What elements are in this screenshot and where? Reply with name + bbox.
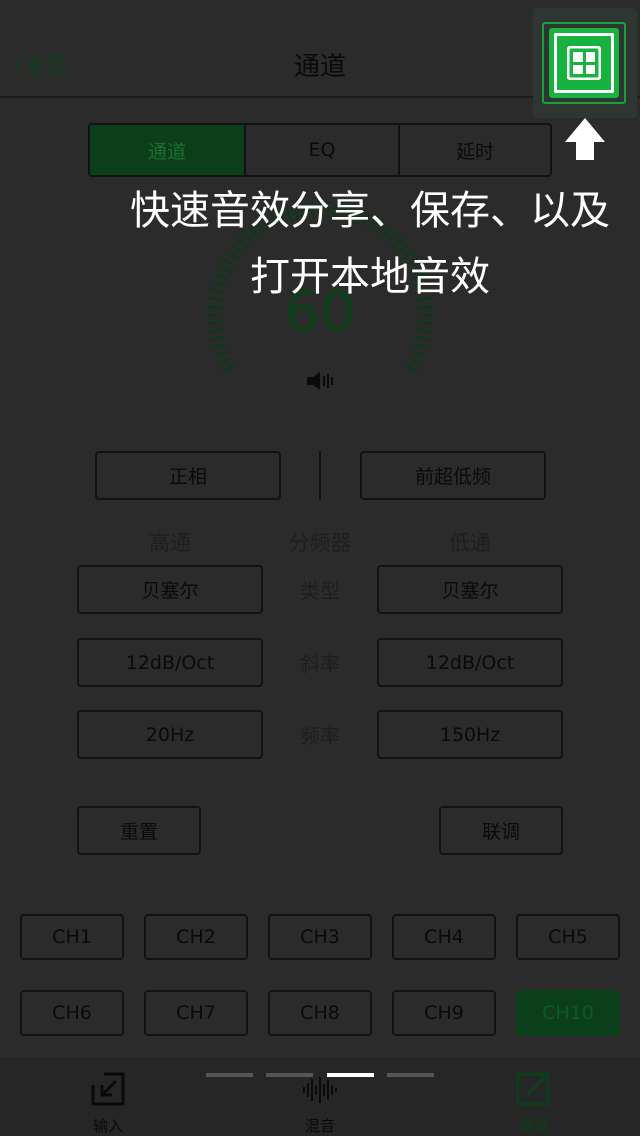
low-pass-header: 低通: [449, 531, 491, 555]
channel-button[interactable]: CH8: [268, 990, 372, 1036]
segmented-tabs: 通道 EQ 延时: [88, 123, 552, 177]
page-dot-active[interactable]: [327, 1073, 374, 1077]
knob-tick: [207, 328, 224, 334]
knob-tick: [417, 321, 434, 325]
guide-text-line1: 快速音效分享、保存、以及: [130, 188, 610, 234]
nav-channel-label: 通道: [517, 1117, 548, 1135]
nav-input[interactable]: 输入: [66, 1071, 150, 1135]
knob-tick: [213, 349, 230, 358]
nav-mix-label: 混音: [304, 1117, 335, 1135]
grid-icon: [567, 46, 601, 80]
nav-mix[interactable]: 混音: [278, 1071, 362, 1135]
speaker-icon[interactable]: [305, 370, 335, 392]
channel-button[interactable]: CH5: [516, 914, 620, 960]
high-pass-frequency-input[interactable]: 20Hz: [77, 710, 263, 759]
channel-button[interactable]: CH2: [144, 914, 248, 960]
page-indicator: [206, 1073, 436, 1079]
channel-button[interactable]: CH1: [20, 914, 124, 960]
channel-button-selected[interactable]: CH10: [516, 990, 620, 1036]
high-pass-slope-select[interactable]: 12dB/Oct: [77, 638, 263, 687]
knob-tick: [216, 356, 233, 366]
nav-channel[interactable]: 通道: [491, 1071, 575, 1135]
waveform-icon: [303, 1077, 337, 1103]
slope-label: 斜率: [300, 652, 340, 676]
page-dot[interactable]: [387, 1073, 434, 1077]
high-pass-header: 高通: [149, 531, 191, 555]
input-icon: [91, 1072, 125, 1106]
phase-button[interactable]: 正相: [95, 451, 281, 500]
chevron-left-icon: ‹: [12, 50, 23, 80]
knob-tick: [220, 362, 236, 374]
knob-tick: [407, 356, 424, 366]
knob-tick: [208, 335, 225, 342]
arrow-up-icon: [565, 118, 605, 160]
bottom-nav: 输入 混音 通道: [0, 1058, 640, 1136]
type-label: 类型: [300, 579, 340, 603]
low-pass-type-select[interactable]: 贝塞尔: [377, 565, 563, 614]
page-dot[interactable]: [266, 1073, 313, 1077]
guide-text-line2: 打开本地音效: [250, 254, 490, 300]
link-button[interactable]: 联调: [439, 806, 563, 855]
channel-button[interactable]: CH9: [392, 990, 496, 1036]
nav-input-label: 输入: [92, 1117, 123, 1135]
knob-tick: [404, 362, 420, 374]
page-dot[interactable]: [206, 1073, 253, 1077]
output-icon: [516, 1072, 550, 1106]
knob-tick: [210, 342, 227, 350]
channel-button[interactable]: CH6: [20, 990, 124, 1036]
effects-share-button[interactable]: [533, 8, 637, 118]
reset-button[interactable]: 重置: [77, 806, 201, 855]
channel-button[interactable]: CH3: [268, 914, 372, 960]
knob-tick: [416, 328, 433, 334]
tab-channel[interactable]: 通道: [90, 125, 244, 175]
channel-button[interactable]: CH4: [392, 914, 496, 960]
back-label: 主页: [24, 55, 69, 80]
high-pass-type-select[interactable]: 贝塞尔: [77, 565, 263, 614]
knob-tick: [415, 335, 432, 342]
tab-eq[interactable]: EQ: [244, 125, 398, 175]
channel-button[interactable]: CH7: [144, 990, 248, 1036]
back-button[interactable]: ‹ 主页: [12, 48, 68, 82]
subwoofer-button[interactable]: 前超低频: [360, 451, 546, 500]
low-pass-frequency-input[interactable]: 150Hz: [377, 710, 563, 759]
page-title: 通道: [293, 52, 346, 82]
knob-tick: [413, 342, 430, 350]
knob-tick: [410, 349, 427, 358]
crossover-title: 分频器: [288, 531, 352, 555]
tab-delay[interactable]: 延时: [398, 125, 550, 175]
divider: [319, 451, 321, 500]
frequency-label: 频率: [300, 724, 340, 748]
low-pass-slope-select[interactable]: 12dB/Oct: [377, 638, 563, 687]
knob-tick: [206, 321, 223, 325]
